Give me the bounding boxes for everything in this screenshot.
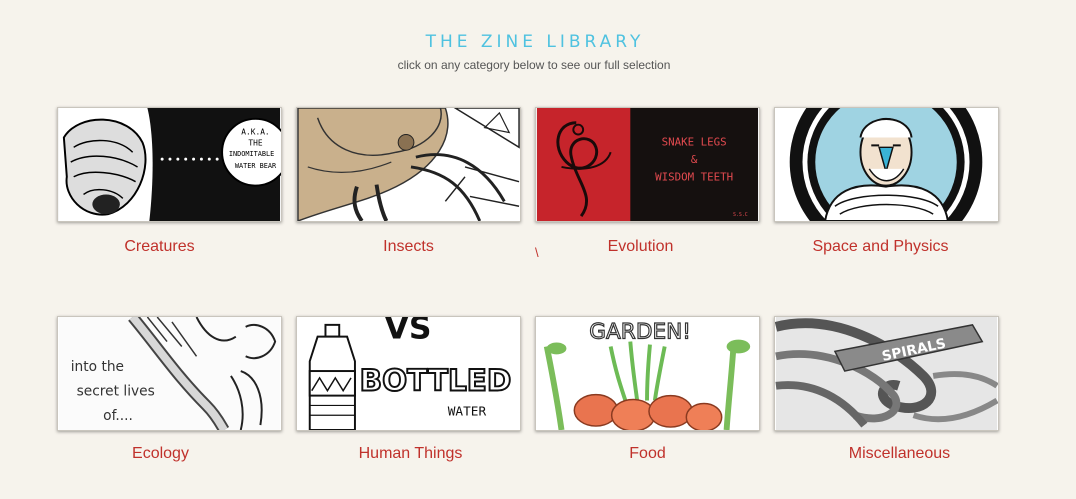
creatures-image-text-2: THE (248, 138, 262, 147)
human-things-image-text-3: WATER (448, 404, 487, 419)
human-things-image-text-2: BOTTLED (360, 364, 512, 398)
page-title: THE ZINE LIBRARY (425, 32, 645, 52)
evolution-image-text-3: WISDOM TEETH (655, 171, 733, 184)
category-insects-link[interactable]: Insects (296, 238, 521, 256)
ecology-image-text-2: secret lives (77, 384, 155, 400)
evolution-image-text-4: S.S.C (733, 212, 748, 218)
evolution-image-text-1: SNAKE LEGS (662, 135, 727, 148)
evolution-image-text-2: & (691, 153, 698, 166)
category-evolution-link[interactable]: Evolution (528, 238, 753, 256)
water-bear-illustration: A.K.A. THE INDOMITABLE WATER BEAR (58, 108, 281, 221)
ecology-sketch-illustration: into the secret lives of.... (58, 317, 281, 430)
insects-thumbnail[interactable] (296, 107, 521, 222)
ecology-image-text-3: of.... (103, 408, 133, 424)
miscellaneous-thumbnail[interactable]: SPIRALS (774, 316, 999, 431)
scientist-portrait-illustration (775, 108, 998, 221)
category-ecology-link[interactable]: Ecology (48, 445, 273, 463)
creatures-image-text-3: INDOMITABLE (229, 150, 274, 158)
category-creatures-link[interactable]: Creatures (47, 238, 272, 256)
category-food-link[interactable]: Food (535, 445, 760, 463)
page-subtitle: click on any category below to see our f… (397, 58, 671, 72)
category-human-things-link[interactable]: Human Things (298, 445, 523, 463)
food-thumbnail[interactable]: GARDEN! (535, 316, 760, 431)
snake-cover-illustration: SNAKE LEGS & WISDOM TEETH S.S.C (536, 108, 759, 221)
evolution-thumbnail[interactable]: SNAKE LEGS & WISDOM TEETH S.S.C (535, 107, 760, 222)
bottled-water-illustration: VS BOTTLED WATER (297, 317, 520, 430)
category-miscellaneous-link[interactable]: Miscellaneous (787, 445, 1012, 463)
stray-mark: \ (535, 245, 539, 260)
spirals-illustration: SPIRALS (775, 317, 998, 430)
ecology-image-text-1: into the (71, 359, 124, 375)
creatures-image-text-4: WATER BEAR (235, 162, 277, 170)
ecology-thumbnail[interactable]: into the secret lives of.... (57, 316, 282, 431)
human-things-thumbnail[interactable]: VS BOTTLED WATER (296, 316, 521, 431)
creatures-thumbnail[interactable]: A.K.A. THE INDOMITABLE WATER BEAR (57, 107, 282, 222)
category-space-physics-link[interactable]: Space and Physics (768, 238, 993, 256)
creatures-image-text-1: A.K.A. (241, 128, 269, 137)
insect-illustration (297, 108, 520, 221)
garden-carrots-illustration: GARDEN! (536, 317, 759, 430)
space-physics-thumbnail[interactable] (774, 107, 999, 222)
food-image-text-1: GARDEN! (589, 320, 691, 345)
human-things-image-text-1: VS (385, 317, 432, 347)
